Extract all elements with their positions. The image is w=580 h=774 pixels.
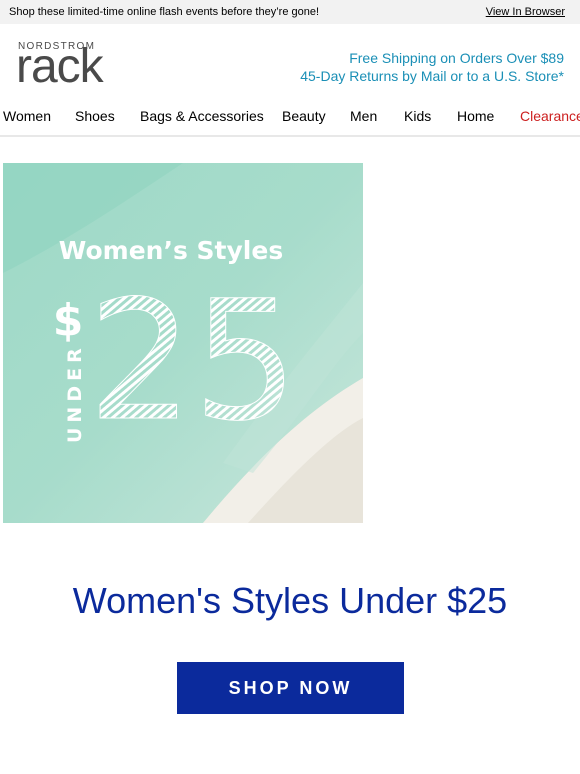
view-in-browser-link[interactable]: View In Browser bbox=[486, 6, 565, 18]
hero-dollar-sign: $ bbox=[53, 295, 84, 346]
hero-vertical-word: UNDER bbox=[64, 343, 86, 443]
nav-item-home[interactable]: Home bbox=[457, 108, 494, 124]
promo-text: Free Shipping on Orders Over $89 45-Day … bbox=[300, 49, 564, 85]
nordstrom-rack-logo[interactable]: NORDSTROM rack bbox=[16, 40, 118, 93]
nav-item-women[interactable]: Women bbox=[3, 108, 51, 124]
hero-image[interactable]: Women’s Styles $ UNDER 25 bbox=[3, 163, 363, 523]
shop-now-button[interactable]: SHOP NOW bbox=[177, 662, 404, 714]
hero-title: Women’s Styles bbox=[59, 236, 283, 265]
free-shipping-text: Free Shipping on Orders Over $89 bbox=[349, 50, 564, 66]
logo-main-word: rack bbox=[16, 40, 104, 93]
nav-item-kids[interactable]: Kids bbox=[404, 108, 431, 124]
page-title: Women's Styles Under $25 bbox=[72, 580, 508, 621]
nav-item-men[interactable]: Men bbox=[350, 108, 377, 124]
nav-item-shoes[interactable]: Shoes bbox=[75, 108, 115, 124]
nav-divider bbox=[0, 135, 580, 137]
nav-item-beauty[interactable]: Beauty bbox=[282, 108, 326, 124]
preheader-message: Shop these limited-time online flash eve… bbox=[9, 6, 320, 18]
hero-amount: 25 bbox=[88, 265, 298, 457]
hero-graphic: Women’s Styles $ UNDER 25 bbox=[3, 163, 363, 523]
returns-text: 45-Day Returns by Mail or to a U.S. Stor… bbox=[300, 68, 564, 84]
preheader-bar: Shop these limited-time online flash eve… bbox=[0, 0, 580, 24]
nav-item-clearance[interactable]: Clearance bbox=[520, 108, 580, 124]
nav-item-bags-accessories[interactable]: Bags & Accessories bbox=[140, 108, 264, 124]
main-nav: Women Shoes Bags & Accessories Beauty Me… bbox=[0, 106, 580, 126]
